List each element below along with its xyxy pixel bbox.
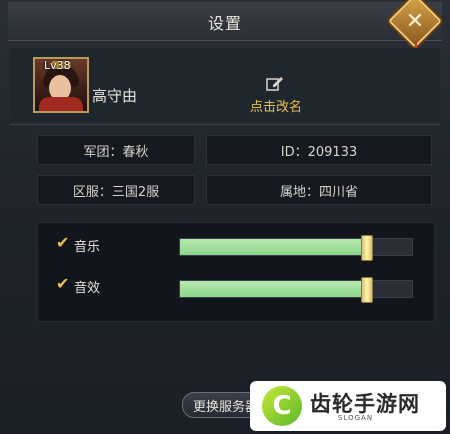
music-slider-thumb[interactable] [361, 235, 373, 261]
player-name: 高守由 [92, 87, 138, 105]
rename-button[interactable]: 点击改名 [250, 96, 302, 115]
sfx-check-icon[interactable]: ✔ [56, 276, 70, 292]
player-level: Lv38 [44, 59, 71, 72]
watermark-slogan: SLOGAN [338, 414, 374, 422]
music-slider[interactable] [179, 235, 413, 261]
edit-icon[interactable] [266, 76, 284, 92]
avatar-robe [39, 97, 83, 111]
music-check-icon[interactable]: ✔ [56, 235, 70, 251]
sfx-slider[interactable] [179, 277, 413, 303]
music-slider-fill [180, 239, 366, 255]
sfx-slider-fill [180, 281, 366, 297]
server-field: 区服：三国2服 [37, 175, 195, 205]
close-icon[interactable]: ✕ [396, 2, 434, 40]
sfx-label: 音效 [74, 281, 101, 296]
legion-field: 军团：春秋 [37, 135, 195, 165]
region-field: 属地：四川省 [206, 175, 432, 205]
watermark-logo: C [262, 386, 302, 426]
section-divider [10, 124, 440, 125]
music-label: 音乐 [74, 240, 101, 255]
id-field: ID：209133 [206, 135, 432, 165]
sfx-slider-thumb[interactable] [361, 277, 373, 303]
dialog-title: 设置 [207, 14, 242, 33]
